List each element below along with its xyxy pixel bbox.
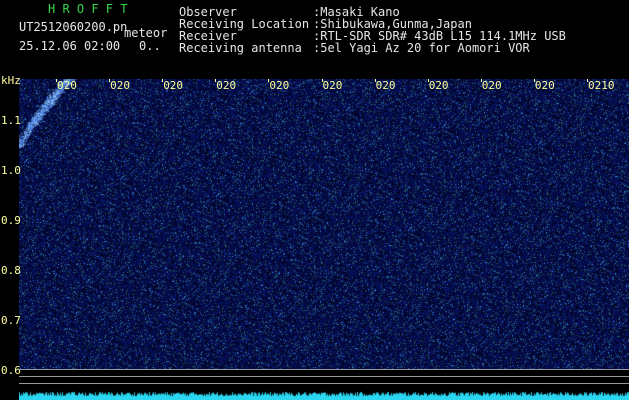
time-tick-label: 020 (481, 79, 502, 92)
time-tick-label: 020 (110, 79, 130, 92)
time-tick (268, 79, 270, 82)
y-tick-label: 0.8 (1, 264, 21, 277)
signal-level-bar (19, 387, 629, 400)
y-axis-unit: kHz (1, 74, 21, 87)
time-tick-label: 020 (269, 79, 290, 92)
y-tick-label: 1.0 (1, 164, 21, 177)
time-tick-label: 020 (322, 79, 343, 92)
time-tick-label: 020 (428, 79, 449, 92)
antenna-key: Receiving antenna (179, 41, 302, 55)
time-tick (321, 79, 323, 82)
separator-line (19, 376, 629, 377)
antenna-value: :5el Yagi Az 20 for Aomori VOR (313, 41, 530, 55)
time-tick (215, 79, 217, 82)
filename-label: UT2512060200.pn (19, 20, 128, 34)
y-tick-label: 1.1 (1, 114, 21, 127)
status-label: 0.. (139, 39, 161, 53)
y-tick-label: 0.7 (1, 314, 21, 327)
time-tick-label: 020 (375, 79, 396, 92)
time-tick-label: 0210 (588, 79, 615, 92)
category-label: meteor (124, 26, 168, 40)
time-tick (427, 79, 429, 82)
time-tick-label: 020 (57, 79, 77, 92)
separator-line (19, 369, 629, 370)
separator-line (19, 383, 629, 384)
time-tick-label: 020 (216, 79, 237, 92)
time-tick-label: 020 (163, 79, 184, 92)
frequency-axis: kHz 1.1 1.0 0.9 0.8 0.7 0.6 (0, 75, 21, 400)
time-tick-label: 020 (534, 79, 555, 92)
time-tick (374, 79, 376, 82)
time-axis: 020 020 020 020 020 020 020 020 020 020 0210 (19, 79, 629, 93)
time-tick (533, 79, 535, 82)
spectrogram-canvas (19, 79, 629, 369)
time-tick (587, 79, 588, 82)
y-tick-label: 0.9 (1, 214, 21, 227)
datetime-label: 25.12.06 02:00 (19, 39, 121, 53)
time-tick (56, 79, 57, 82)
time-tick (480, 79, 482, 82)
time-tick (109, 79, 111, 82)
time-tick (162, 79, 164, 82)
y-tick-label: 0.6 (1, 364, 21, 377)
mode-title: H R O F F T (48, 2, 128, 16)
